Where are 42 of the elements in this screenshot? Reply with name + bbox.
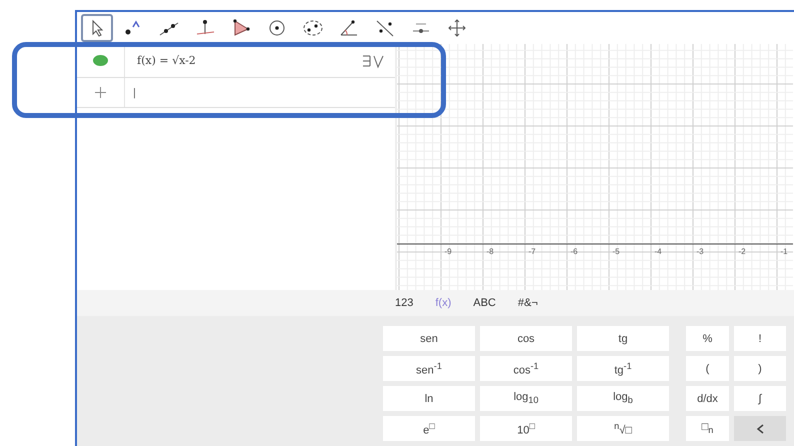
keyboard-key[interactable]: sen$^{-1}$: [383, 356, 475, 381]
keyboard-key[interactable]: tg: [577, 326, 669, 351]
move-arrows-icon: [446, 18, 468, 38]
description-toggle-icon[interactable]: [361, 52, 385, 68]
keyboard-key[interactable]: d/dx: [686, 386, 729, 411]
keyboard-key[interactable]: ∫: [734, 386, 786, 411]
keyboard-key[interactable]: e$^{□}$: [383, 416, 475, 441]
axis-label: -4: [653, 247, 663, 256]
keyboard-key[interactable]: !: [734, 326, 786, 351]
input-field[interactable]: |: [125, 78, 395, 107]
keyboard-key[interactable]: ): [734, 356, 786, 381]
visibility-toggle[interactable]: [93, 55, 108, 66]
keyboard-key[interactable]: %: [686, 326, 729, 351]
keyboard-tab[interactable]: 123: [395, 297, 414, 309]
backspace-icon: [756, 424, 764, 434]
keyboard-key[interactable]: (: [686, 356, 729, 381]
keyboard-key[interactable]: log$_{b}$: [577, 386, 669, 411]
keyboard-key[interactable]: log$_{10}$: [480, 386, 572, 411]
function-definition[interactable]: f(x) = √x-2: [137, 54, 361, 67]
axis-label: -6: [569, 247, 579, 256]
keyboard-key[interactable]: tg$^{-1}$: [577, 356, 669, 381]
keyboard-key[interactable]: cos: [480, 326, 572, 351]
keyboard-tab[interactable]: ABC: [473, 297, 496, 309]
keyboard-key[interactable]: 10$^{□}$: [480, 416, 572, 441]
axis-label: -5: [611, 247, 621, 256]
keyboard-key[interactable]: sen: [383, 326, 475, 351]
keyboard-key[interactable]: ln: [383, 386, 475, 411]
keyboard-key[interactable]: □$_{n}$: [686, 416, 729, 441]
axis-label: -2: [737, 247, 747, 256]
axis-label: -1: [779, 247, 789, 256]
axis-label: -7: [527, 247, 537, 256]
keyboard-tab[interactable]: #&¬: [518, 297, 538, 309]
tool-button[interactable]: [81, 14, 113, 42]
reflect-line-icon: [374, 18, 396, 38]
plus-icon: [95, 87, 106, 98]
angle-icon: [338, 18, 360, 38]
ellipse-icon: [302, 18, 324, 38]
axis-label: -9: [443, 247, 453, 256]
axis-label: -3: [695, 247, 705, 256]
keyboard-key[interactable]: cos$^{-1}$: [480, 356, 572, 381]
keyboard-key[interactable]: $^{n}$√□: [577, 416, 669, 441]
axis-label: -8: [485, 247, 495, 256]
